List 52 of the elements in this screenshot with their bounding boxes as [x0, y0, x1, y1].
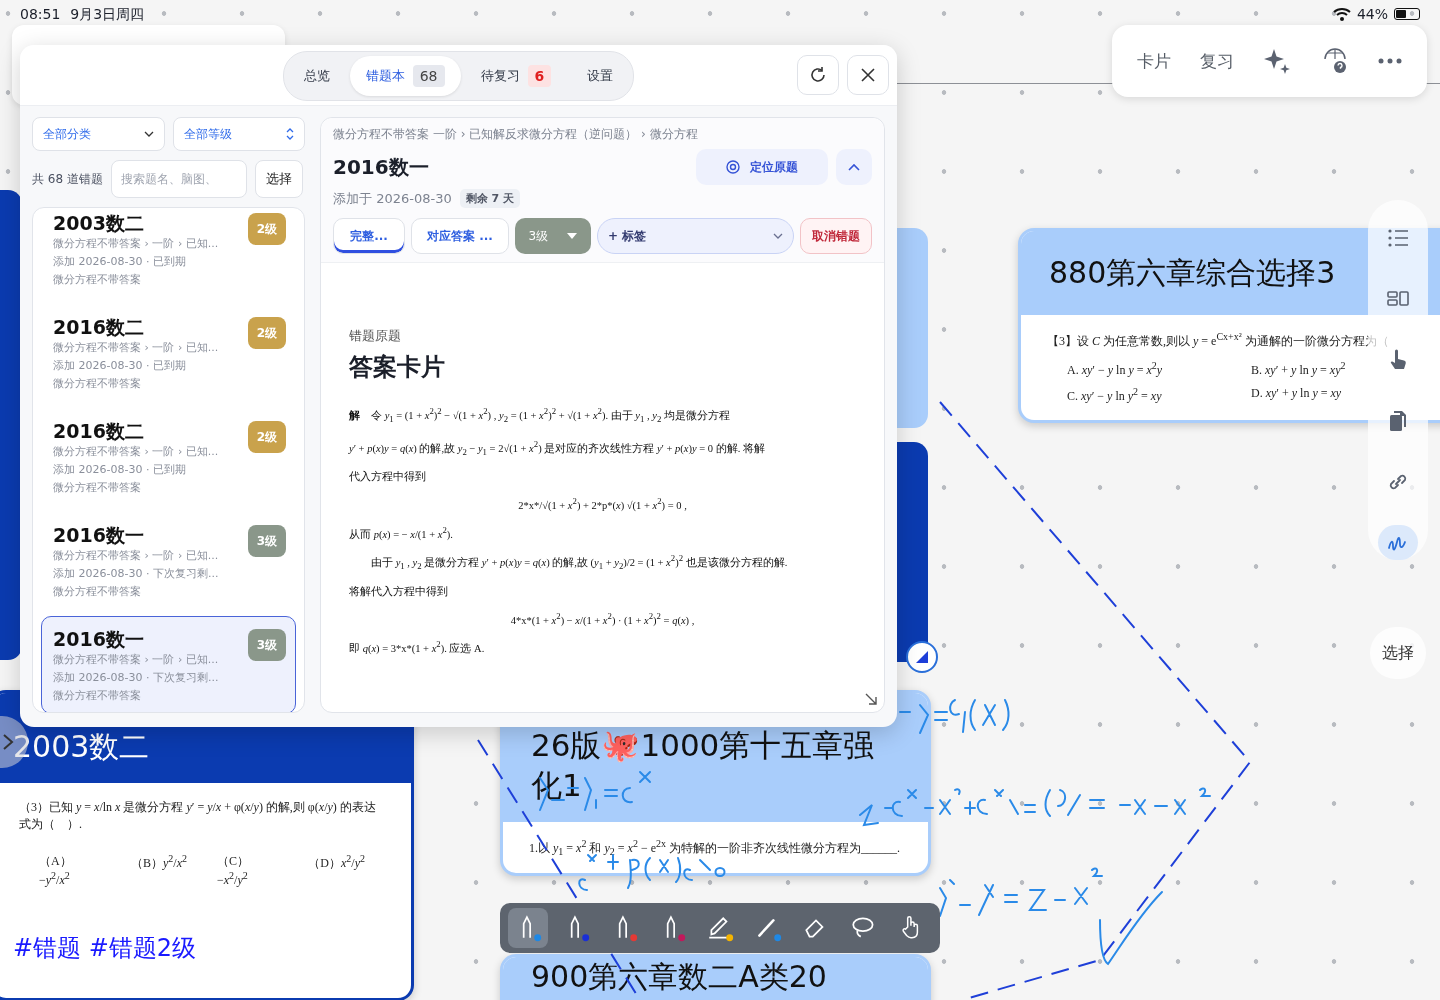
answer-option: （D）x$^{2}$/y$^{2}$	[308, 853, 365, 888]
remaining-badge: 剩余 7 天	[459, 189, 520, 208]
level-badge: 2级	[248, 317, 286, 349]
solution-line: 2*x*/√(1 + x$^{2}$) + 2*p*(x) √(1 + x$^{2}$) = 0 ,	[517, 495, 688, 513]
solution-line: 由于 y$_{1}$ , y$_{2}$ 是微分方程 y′ + p(x)y = q(x) 的解,故 (y$_{1}$ + y$_{2}$)/2 = (1 + x$^{2}$)$^{2}$ 也是该微分方程的解.	[370, 552, 789, 573]
solution-line: y′ + p(x)y = q(x) 的解,故 y$_{2}$ − y$_{1}$ = 2√(1 + x$^{2}$) 是对应的齐次线性方程 y′ + p(x)y = 0 的解. 将解	[349, 437, 766, 459]
count-badge: 68	[412, 65, 445, 87]
answer-option: A. xy′ − y ln y = x$^{2}$y	[1067, 360, 1231, 378]
item-tag: 微分方程不带答案	[53, 479, 285, 497]
item-path: 微分方程不带答案 › 一阶 › 已知...	[53, 548, 220, 564]
item-title: 2003数二	[53, 211, 144, 235]
item-title: 2016数二	[53, 315, 144, 339]
item-path: 微分方程不带答案 › 一阶 › 已知...	[53, 236, 220, 252]
answer-option: （A）−y$^{2}$/x$^{2}$	[39, 853, 101, 888]
level-badge: 3级	[248, 629, 286, 661]
section-label: 错题原题	[349, 327, 402, 345]
breadcrumb: 微分方程不带答案 一阶 › 已知解反求微分方程（逆问题） › 微分方程	[333, 126, 699, 143]
mistake-count: 共 68 道错题	[32, 170, 103, 188]
item-title: 2016数一	[53, 523, 144, 547]
answer-option: （C）−x$^{2}$/y$^{2}$	[217, 853, 279, 888]
battery-percent: 44%	[1356, 6, 1388, 22]
solution-line: 从而 p(x) = − x/(1 + x$^{2}$).	[349, 523, 454, 542]
solution-line: 将解代入方程中得到	[349, 584, 449, 599]
question-title: 2016数一	[333, 153, 429, 181]
item-meta: 添加 2026-08-30 · 下次复习剩...	[53, 566, 220, 582]
status-time: 08:51	[20, 6, 61, 24]
added-date: 添加于 2026-08-30	[333, 189, 452, 208]
level-badge: 2级	[248, 213, 286, 245]
item-meta: 添加 2026-08-30 · 下次复习剩...	[53, 670, 220, 686]
solution-line: 代入方程中得到	[349, 470, 427, 485]
item-meta: 添加 2026-08-30 · 已到期	[53, 462, 187, 478]
problem-text: 【3】设 C 为任意常数,则以 y = e$^{Cx+x²}$ 为通解的一阶微分方程为（	[1047, 331, 1390, 350]
level-badge: 2级	[248, 421, 286, 453]
solution-line: 4*x*(1 + x$^{2}$) − x/(1 + x$^{2}$) · (1 + x$^{2}$)$^{2}$ = q(x) ,	[509, 609, 696, 628]
count-badge: 6	[527, 65, 552, 87]
item-title: 2016数二	[53, 419, 144, 443]
item-path: 微分方程不带答案 › 一阶 › 已知...	[53, 340, 220, 356]
solution-line: 即 q(x) = 3*x*(1 + x$^{2}$). 应选 A.	[349, 638, 486, 656]
answer-option: D. xy′ + y ln y = xy	[1251, 386, 1415, 404]
level-badge: 3级	[248, 525, 286, 557]
status-date: 9月3日周四	[70, 6, 145, 24]
item-meta: 添加 2026-08-30 · 已到期	[53, 254, 187, 270]
item-path: 微分方程不带答案 › 一阶 › 已知...	[53, 652, 220, 668]
item-meta: 添加 2026-08-30 · 已到期	[53, 358, 187, 374]
card-heading: 答案卡片	[349, 352, 446, 383]
item-tag: 微分方程不带答案	[53, 375, 285, 393]
item-tag: 微分方程不带答案	[53, 271, 285, 289]
item-tag: 微分方程不带答案	[53, 583, 285, 601]
problem-text: （3）已知 y = x/ln x 是微分方程 y′ = y/x + φ(x/y) 的解,则 φ(x/y) 的表达式为（ ）.	[19, 799, 377, 833]
answer-option: （B）y$^{2}$/x$^{2}$	[131, 853, 187, 888]
item-title: 2016数一	[53, 627, 144, 651]
item-path: 微分方程不带答案 › 一阶 › 已知...	[53, 444, 220, 460]
